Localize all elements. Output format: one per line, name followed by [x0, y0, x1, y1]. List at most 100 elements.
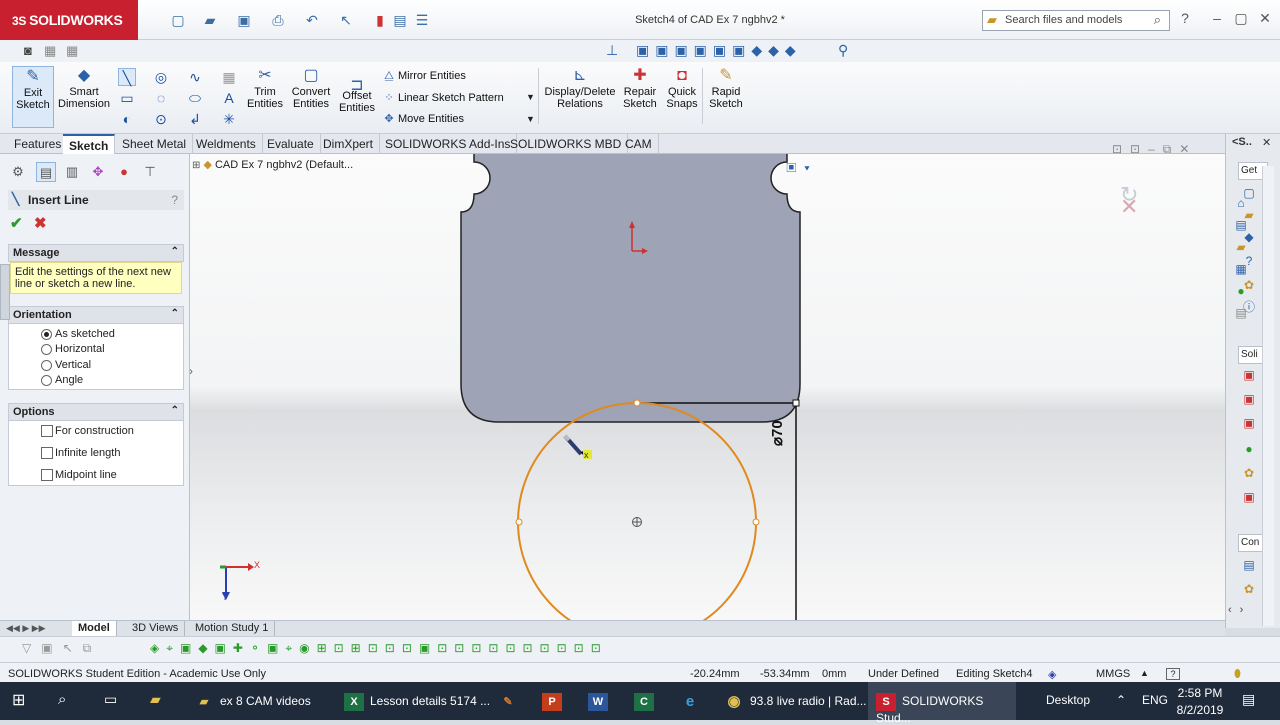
taskbar-item-solidworks[interactable]: S SOLIDWORKS Stud... [868, 682, 1016, 725]
polygon-icon[interactable]: ⊙ [152, 110, 170, 128]
message-section-header[interactable]: Message ⌃ [8, 244, 184, 262]
tab-evaluate[interactable]: Evaluate [261, 134, 321, 154]
help-icon[interactable]: ? [171, 193, 178, 207]
quick-snaps-button[interactable]: ◘ Quick Snaps [662, 66, 702, 128]
grid-icon[interactable]: ▦ [220, 68, 238, 86]
rapid-sketch-button[interactable]: ✎ Rapid Sketch [706, 66, 746, 128]
orientation-section-header[interactable]: Orientation ⌃ [8, 306, 184, 324]
trim-entities-button[interactable]: ✂ Trim Entities [244, 66, 286, 128]
cancel-icon[interactable]: ✖ [34, 214, 47, 232]
tab-features[interactable]: Features [8, 134, 69, 154]
taskbar-item-cam[interactable]: C [634, 682, 660, 720]
file-properties-icon[interactable]: ▤ [392, 12, 408, 28]
tab-sheet-metal[interactable]: Sheet Metal [116, 134, 194, 154]
tab-solidworks-mbd[interactable]: SOLIDWORKS MBD [504, 134, 629, 154]
radio-as-sketched[interactable] [41, 329, 52, 340]
graduation-icon[interactable]: ◆ [1240, 228, 1258, 246]
help-icon[interactable]: ? [1166, 668, 1180, 680]
taskbar-item-ie[interactable]: e [680, 682, 706, 720]
taskbar-item-ex8[interactable]: ▰ ex 8 CAM videos [194, 682, 311, 720]
offset-entities-button[interactable]: ⊐ Offset Entities [336, 76, 378, 138]
ellipse-icon[interactable]: ⬭ [186, 89, 204, 107]
feature-manager-icon[interactable]: ⚙ [8, 162, 28, 182]
tab-motion-study[interactable]: Motion Study 1 [189, 621, 276, 637]
page-icon[interactable]: ▢ [1240, 184, 1258, 202]
link-icon[interactable]: ✿ [1240, 276, 1258, 294]
search-icon[interactable]: ⌕ [58, 682, 66, 720]
print-icon[interactable]: ⎙ [270, 12, 286, 28]
chevron-down-icon[interactable]: ▼ [526, 114, 535, 124]
clock[interactable]: 2:58 PM 8/2/2019 [1176, 686, 1224, 717]
tab-cam[interactable]: CAM [619, 134, 659, 154]
cam-tree-icon[interactable]: ⊤ [140, 162, 160, 182]
tab-model[interactable]: Model [72, 621, 117, 637]
task-pane-scrollbar[interactable] [1262, 166, 1274, 626]
print-preview-icon[interactable]: ▦ [44, 43, 56, 59]
resource-icon[interactable]: ● [1240, 440, 1258, 458]
line-icon[interactable]: ╲ [118, 68, 136, 86]
taskbar-item-powerpoint[interactable]: P [542, 682, 568, 720]
spline-icon[interactable]: ∿ [186, 68, 204, 86]
view-orientation-icons[interactable]: ▣▣▣▣▣▣◆◆◆ [636, 42, 802, 59]
property-manager-icon[interactable]: ▤ [36, 162, 56, 182]
taskbar-item-word[interactable]: W [588, 682, 614, 720]
rectangle-icon[interactable]: ▭ [118, 89, 136, 107]
resource-icon[interactable]: ▣ [1240, 414, 1258, 432]
undo-icon[interactable]: ↶ [304, 12, 320, 28]
chevron-up-icon[interactable]: ⌃ [1116, 682, 1126, 720]
options-icon[interactable]: ☰ [414, 12, 430, 28]
anchor-icon[interactable]: ⊥ [606, 42, 618, 59]
community-icon[interactable]: ✿ [1240, 580, 1258, 598]
resource-icon[interactable]: ▣ [1240, 488, 1258, 506]
rebuild-corner-icon[interactable]: ↻ [1120, 183, 1138, 208]
quadrant-point[interactable] [752, 518, 760, 526]
sketch-canvas[interactable]: x ✕ ↻ [190, 154, 1225, 620]
options-section-header[interactable]: Options ⌃ [8, 403, 184, 421]
minimize-icon[interactable]: – [1208, 10, 1226, 28]
task-view-icon[interactable]: ▭ [104, 682, 117, 720]
quadrant-point[interactable] [633, 399, 641, 407]
slot-icon[interactable]: ◐ [118, 110, 136, 128]
checkbox-infinite-length[interactable] [41, 447, 53, 459]
sketch-endpoint[interactable] [792, 399, 800, 407]
status-indicator-icon[interactable]: ⬮ [1234, 668, 1241, 681]
windows-start-icon[interactable]: ⊞ [12, 682, 25, 720]
smart-dimension-button[interactable]: ◆ Smart Dimension [58, 66, 110, 128]
desktop-toolbar[interactable]: Desktop [1046, 682, 1090, 720]
search-input[interactable]: ▰ Search files and models ⌕ [982, 10, 1170, 31]
collapse-icon[interactable]: ⌃ [171, 308, 179, 319]
solidworks-logo[interactable]: 3S SOLIDWORKS [0, 0, 138, 40]
info-icon[interactable]: ⓘ [1240, 298, 1258, 316]
graphics-window-controls[interactable]: ⊡⊡–⧉✕ [1112, 142, 1197, 157]
radio-vertical[interactable] [41, 360, 52, 371]
point-icon[interactable]: ✳ [220, 110, 238, 128]
sketch-filter-icons[interactable]: ◈⌖▣◆▣✚⚬▣⌖◉⊞⊡⊞⊡⊡⊡▣⊡⊡⊡⊡⊡⊡⊡⊡⊡⊡ [150, 641, 608, 656]
configuration-manager-icon[interactable]: ▥ [62, 162, 82, 182]
help-icon[interactable]: ? [1240, 252, 1258, 270]
resource-icon[interactable]: ▣ [1240, 390, 1258, 408]
select-icon[interactable]: ↖ [338, 12, 354, 28]
dimension-label[interactable]: ⌀70 [768, 420, 786, 446]
nav-arrows[interactable]: ◀◀ ▶ ▶▶ [6, 623, 46, 634]
taskbar-item-chrome[interactable]: ◉ 93.8 live radio | Rad... [724, 682, 866, 720]
radio-angle[interactable] [41, 375, 52, 386]
units-selector[interactable]: MMGS [1096, 668, 1130, 680]
new-file-icon[interactable]: ▢ [170, 12, 186, 28]
part-face[interactable] [460, 154, 801, 423]
community-icon[interactable]: ▤ [1240, 556, 1258, 574]
fillet-icon[interactable]: ↲ [186, 110, 204, 128]
task-pane-nav-arrows[interactable]: ‹› [1228, 604, 1251, 616]
chevron-down-icon[interactable]: ▼ [526, 92, 535, 102]
file-explorer-icon[interactable]: ▰ [150, 682, 161, 720]
checkbox-for-construction[interactable] [41, 425, 53, 437]
panel-splitter-handle[interactable] [0, 264, 10, 320]
chevron-up-icon[interactable]: ▲ [1140, 668, 1149, 678]
dimxpert-icon[interactable]: ✥ [88, 162, 108, 182]
tab-dimxpert[interactable]: DimXpert [317, 134, 381, 154]
close-icon[interactable]: ✕ [1262, 136, 1271, 149]
arc-icon[interactable]: ◌ [152, 89, 170, 107]
graphics-area[interactable]: ⊞ ◆ CAD Ex 7 ngbhv2 (Default... › ⌕⌕⚲⬚⬚⬚… [190, 154, 1225, 620]
text-icon[interactable]: A [220, 89, 238, 107]
resource-icon[interactable]: ▣ [1240, 366, 1258, 384]
rebuild-icon[interactable]: ▮ [372, 12, 388, 28]
